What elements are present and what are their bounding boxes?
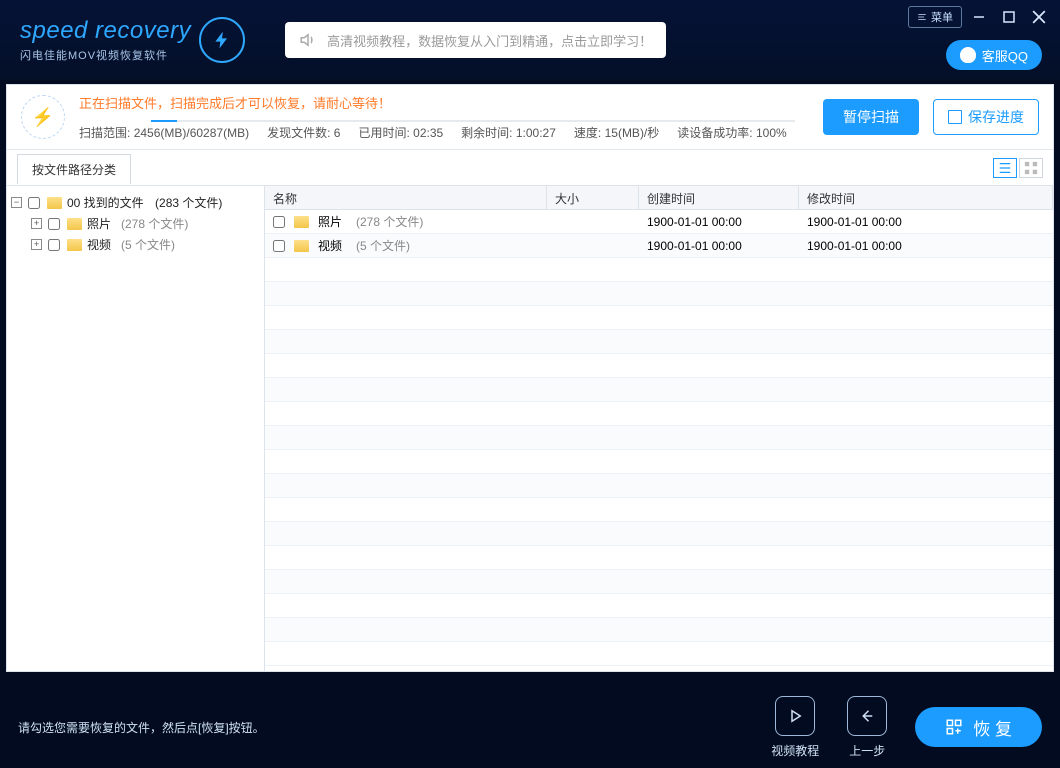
scan-status-panel: ⚡ 正在扫描文件，扫描完成后才可以恢复，请耐心等待！ 扫描范围: 2456(MB… [6, 84, 1054, 186]
scan-spinner-icon: ⚡ [21, 95, 65, 139]
app-logo: speed recovery 闪电佳能MOV视频恢复软件 [12, 17, 191, 63]
pause-scan-button[interactable]: 暂停扫描 [823, 99, 919, 135]
play-icon [786, 707, 804, 725]
close-button[interactable] [1026, 6, 1052, 28]
tree-node-videos[interactable]: + 视频 (5 个文件) [11, 234, 260, 255]
row-count: (278 个文件) [356, 213, 423, 230]
empty-row [265, 354, 1053, 378]
empty-row [265, 282, 1053, 306]
table-row[interactable]: 照片 (278 个文件) 1900-01-01 00:001900-01-01 00… [265, 210, 1053, 234]
scan-stats: 扫描范围: 2456(MB)/60287(MB) 发现文件数: 6 已用时间: … [79, 124, 809, 141]
speaker-icon [299, 31, 317, 49]
promo-banner[interactable]: 高清视频教程，数据恢复从入门到精通，点击立即学习！ [285, 22, 666, 58]
folder-icon [294, 240, 309, 252]
view-list-button[interactable] [993, 158, 1017, 178]
maximize-button[interactable] [996, 6, 1022, 28]
empty-row [265, 378, 1053, 402]
bolt-icon [199, 17, 245, 63]
empty-row [265, 402, 1053, 426]
tutorial-button[interactable]: 视频教程 [771, 696, 819, 759]
empty-row [265, 258, 1053, 282]
row-checkbox[interactable] [273, 216, 285, 228]
tree-photos-checkbox[interactable] [48, 218, 60, 230]
scan-message: 正在扫描文件，扫描完成后才可以恢复，请耐心等待！ [79, 93, 809, 112]
save-label: 保存进度 [968, 107, 1024, 127]
empty-row [265, 330, 1053, 354]
col-name[interactable]: 名称 [265, 186, 547, 209]
tutorial-label: 视频教程 [771, 742, 819, 759]
view-grid-button[interactable] [1019, 158, 1043, 178]
back-label: 上一步 [849, 742, 885, 759]
col-size[interactable]: 大小 [547, 186, 639, 209]
row-mtime: 1900-01-01 00:00 [799, 215, 1053, 229]
row-name: 照片 [318, 213, 342, 230]
empty-row [265, 522, 1053, 546]
tree-photos-count: (278 个文件) [121, 215, 188, 232]
folder-tree[interactable]: − 00 找到的文件 (283 个文件) + 照片 (278 个文件) + 视频… [7, 186, 265, 671]
folder-icon [294, 216, 309, 228]
back-icon [858, 707, 876, 725]
customer-service-button[interactable]: 客服QQ [946, 40, 1042, 70]
recover-icon [945, 718, 963, 736]
back-button[interactable]: 上一步 [847, 696, 887, 759]
expand-icon[interactable]: + [31, 218, 42, 229]
expand-icon[interactable]: + [31, 239, 42, 250]
table-row[interactable]: 视频 (5 个文件) 1900-01-01 00:001900-01-01 00:0… [265, 234, 1053, 258]
empty-row [265, 498, 1053, 522]
minimize-button[interactable] [966, 6, 992, 28]
logo-title: speed recovery [20, 17, 191, 45]
footer-hint: 请勾选您需要恢复的文件，然后点[恢复]按钮。 [18, 719, 265, 736]
folder-icon [67, 218, 82, 230]
empty-row [265, 570, 1053, 594]
grid-header: 名称 大小 创建时间 修改时间 [265, 186, 1053, 210]
row-ctime: 1900-01-01 00:00 [639, 215, 799, 229]
empty-row [265, 546, 1053, 570]
save-icon [948, 110, 962, 124]
empty-row [265, 594, 1053, 618]
promo-text: 高清视频教程，数据恢复从入门到精通，点击立即学习！ [327, 31, 652, 50]
collapse-icon[interactable]: − [11, 197, 22, 208]
row-mtime: 1900-01-01 00:00 [799, 239, 1053, 253]
tree-root-label: 00 找到的文件 [67, 194, 144, 211]
empty-row [265, 306, 1053, 330]
qq-label: 客服QQ [982, 46, 1028, 65]
empty-row [265, 474, 1053, 498]
tree-videos-count: (5 个文件) [121, 236, 175, 253]
tab-by-path[interactable]: 按文件路径分类 [17, 154, 131, 184]
file-grid: 名称 大小 创建时间 修改时间 照片 (278 个文件) 1900-01-01 00… [265, 186, 1053, 671]
recover-button[interactable]: 恢 复 [915, 707, 1042, 747]
tree-videos-checkbox[interactable] [48, 239, 60, 251]
menu-icon [917, 12, 927, 22]
row-count: (5 个文件) [356, 237, 410, 254]
scan-progress-bar [151, 120, 795, 122]
col-ctime[interactable]: 创建时间 [639, 186, 799, 209]
tree-videos-label: 视频 [87, 236, 111, 253]
tree-photos-label: 照片 [87, 215, 111, 232]
folder-icon [47, 197, 62, 209]
menu-button[interactable]: 菜单 [908, 6, 962, 28]
logo-subtitle: 闪电佳能MOV视频恢复软件 [20, 47, 191, 63]
tree-root-count: (283 个文件) [155, 194, 222, 211]
recover-label: 恢 复 [973, 715, 1012, 740]
save-progress-button[interactable]: 保存进度 [933, 99, 1039, 135]
empty-row [265, 426, 1053, 450]
row-ctime: 1900-01-01 00:00 [639, 239, 799, 253]
folder-icon [67, 239, 82, 251]
col-mtime[interactable]: 修改时间 [799, 186, 1053, 209]
tree-root-checkbox[interactable] [28, 197, 40, 209]
empty-row [265, 450, 1053, 474]
empty-row [265, 642, 1053, 666]
tree-root[interactable]: − 00 找到的文件 (283 个文件) [11, 192, 260, 213]
menu-label: 菜单 [931, 9, 953, 25]
tree-node-photos[interactable]: + 照片 (278 个文件) [11, 213, 260, 234]
row-name: 视频 [318, 237, 342, 254]
empty-row [265, 618, 1053, 642]
row-checkbox[interactable] [273, 240, 285, 252]
qq-icon [960, 47, 976, 63]
